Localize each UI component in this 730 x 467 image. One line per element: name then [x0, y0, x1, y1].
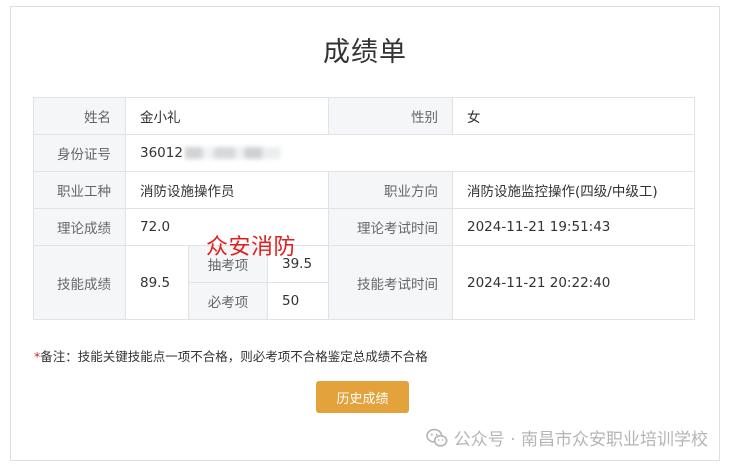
occupation-label: 职业工种	[33, 171, 126, 209]
table-row: 姓名 金小礼 性别 女	[33, 97, 695, 135]
watermark-text: 众安消防	[206, 235, 297, 260]
footer-attribution: 公众号 · 南昌市众安职业培训学校	[425, 425, 708, 450]
direction-value: 消防设施监控操作(四级/中级工)	[452, 171, 695, 209]
id-label: 身份证号	[33, 134, 126, 172]
theory-time-value: 2024-11-21 19:51:43	[452, 208, 695, 246]
id-value: 36012	[140, 145, 183, 161]
table-row: 理论成绩 72.0 理论考试时间 2024-11-21 19:51:43	[33, 208, 695, 246]
id-cell: 36012	[125, 134, 695, 172]
history-score-button[interactable]: 历史成绩	[316, 381, 409, 413]
required-label: 必考项	[188, 282, 268, 320]
skill-time-label: 技能考试时间	[328, 245, 453, 320]
page-title: 成绩单	[323, 37, 407, 68]
id-redaction	[184, 147, 281, 159]
table-row: 身份证号 36012	[33, 134, 695, 172]
name-label: 姓名	[33, 97, 126, 135]
name-value: 金小礼	[125, 97, 329, 135]
skill-value: 89.5	[125, 245, 189, 320]
theory-time-label: 理论考试时间	[328, 208, 453, 246]
grade-table: 姓名 金小礼 性别 女 身份证号 36012 职业工种 消防设施操作员 职业方向…	[33, 97, 695, 320]
table-row: 技能成绩 89.5 抽考项 39.5 技能考试时间 2024-11-21 20:…	[33, 245, 695, 320]
skill-time-value: 2024-11-21 20:22:40	[452, 245, 695, 320]
theory-label: 理论成绩	[33, 208, 126, 246]
table-row: 职业工种 消防设施操作员 职业方向 消防设施监控操作(四级/中级工)	[33, 171, 695, 209]
direction-label: 职业方向	[328, 171, 453, 209]
remark-note: *备注：技能关键技能点一项不合格，则必考项不合格鉴定总成绩不合格	[34, 346, 428, 365]
occupation-value: 消防设施操作员	[125, 171, 329, 209]
skill-label: 技能成绩	[33, 245, 126, 320]
required-value: 50	[267, 282, 329, 320]
gender-label: 性别	[328, 97, 453, 135]
footer-text: 公众号 · 南昌市众安职业培训学校	[453, 430, 708, 450]
gender-value: 女	[452, 97, 695, 135]
wechat-icon	[425, 428, 448, 447]
note-text: 备注：技能关键技能点一项不合格，则必考项不合格鉴定总成绩不合格	[40, 349, 428, 364]
